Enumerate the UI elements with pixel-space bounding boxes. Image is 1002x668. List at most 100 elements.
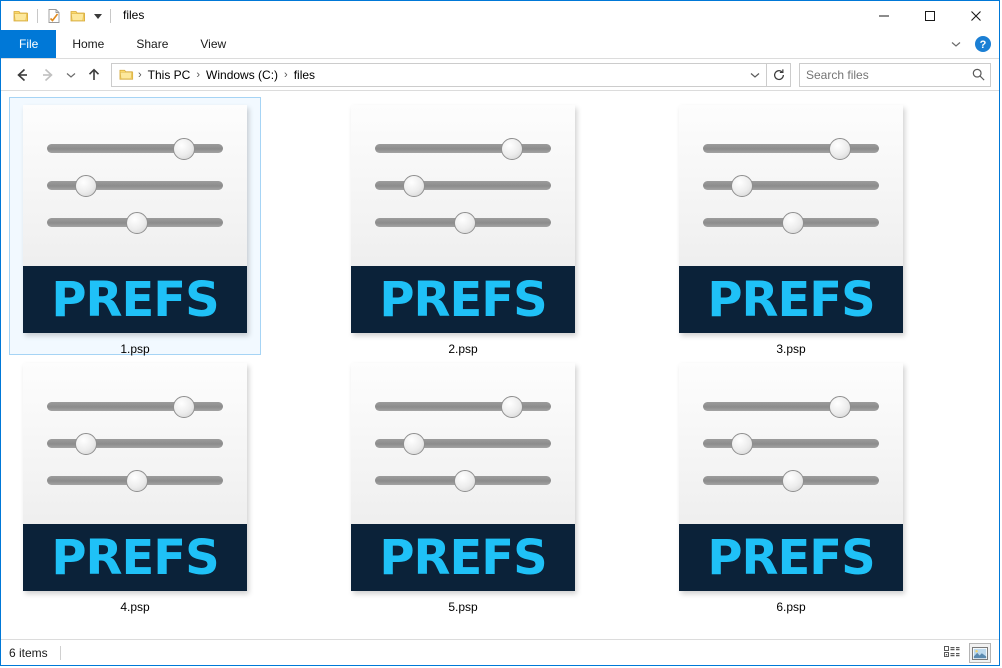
search-icon[interactable] — [966, 64, 990, 86]
slider-group-icon — [351, 105, 575, 266]
back-button[interactable] — [9, 63, 35, 87]
slider-row — [47, 432, 223, 455]
icon-banner: PREFS — [351, 524, 575, 591]
window-title: files — [123, 8, 145, 22]
properties-icon[interactable] — [42, 5, 66, 27]
minimize-button[interactable] — [861, 1, 907, 30]
quick-access-separator-2 — [110, 8, 111, 23]
slider-track — [375, 181, 551, 190]
breadcrumb-separator[interactable]: › — [194, 69, 202, 81]
slider-row — [47, 174, 223, 197]
large-icons-view-icon[interactable] — [969, 643, 991, 663]
slider-row — [375, 432, 551, 455]
file-list-area[interactable]: PREFS 1.psp PREFS 2.psp PREFS 3.psp PREF… — [1, 91, 999, 639]
breadcrumb-separator[interactable]: › — [282, 69, 290, 81]
chevron-down-icon[interactable] — [945, 33, 967, 55]
slider-knob — [125, 211, 148, 234]
slider-group-icon — [679, 105, 903, 266]
slider-knob — [781, 211, 804, 234]
search-input[interactable] — [800, 67, 966, 82]
slider-track — [375, 144, 551, 153]
help-icon[interactable]: ? — [973, 34, 993, 54]
quick-access-separator-1 — [37, 8, 38, 23]
icon-banner: PREFS — [23, 524, 247, 591]
slider-knob — [453, 211, 476, 234]
file-name-label: 2.psp — [448, 342, 478, 356]
file-name-label: 5.psp — [448, 600, 478, 614]
folder-icon — [116, 65, 136, 85]
title-bar: files — [1, 1, 999, 30]
prefs-icon-art: PREFS — [679, 363, 903, 591]
icon-banner-text: PREFS — [707, 271, 875, 328]
slider-row — [47, 137, 223, 160]
tab-share[interactable]: Share — [120, 30, 184, 58]
slider-knob — [501, 137, 524, 160]
tab-view[interactable]: View — [184, 30, 242, 58]
slider-track — [47, 144, 223, 153]
slider-row — [703, 211, 879, 234]
forward-button — [35, 63, 61, 87]
slider-knob — [829, 137, 852, 160]
breadcrumb-item-files[interactable]: files — [290, 68, 319, 82]
list-item[interactable]: PREFS 6.psp — [665, 355, 917, 614]
slider-knob — [730, 432, 753, 455]
slider-row — [375, 469, 551, 492]
slider-group-icon — [351, 363, 575, 524]
slider-row — [47, 395, 223, 418]
ribbon-right-controls: ? — [945, 30, 993, 58]
caption-buttons — [861, 1, 999, 30]
slider-track — [703, 439, 879, 448]
slider-group-icon — [23, 105, 247, 266]
slider-knob — [781, 469, 804, 492]
icon-banner: PREFS — [679, 266, 903, 333]
slider-knob — [402, 174, 425, 197]
breadcrumb-separator[interactable]: › — [136, 69, 144, 81]
slider-knob — [402, 432, 425, 455]
file-name-label: 3.psp — [776, 342, 806, 356]
customize-quick-access-toolbar-icon[interactable] — [90, 5, 106, 27]
refresh-button[interactable] — [767, 62, 791, 87]
slider-row — [375, 211, 551, 234]
slider-group-icon — [679, 363, 903, 524]
address-bar: › This PC › Windows (C:) › files — [1, 59, 999, 91]
search-box[interactable] — [799, 62, 991, 87]
slider-row — [47, 211, 223, 234]
maximize-button[interactable] — [907, 1, 953, 30]
list-item[interactable]: PREFS 4.psp — [9, 355, 261, 614]
slider-group-icon — [23, 363, 247, 524]
icon-banner-text: PREFS — [379, 529, 547, 586]
tab-file[interactable]: File — [1, 30, 57, 58]
status-bar: 6 items — [1, 639, 999, 665]
slider-row — [703, 469, 879, 492]
tab-home[interactable]: Home — [56, 30, 120, 58]
list-item[interactable]: PREFS 1.psp — [9, 97, 261, 356]
view-mode-buttons — [941, 640, 991, 666]
list-item[interactable]: PREFS 5.psp — [337, 355, 589, 614]
icon-banner-text: PREFS — [51, 529, 219, 586]
icon-banner-text: PREFS — [51, 271, 219, 328]
address-dropdown-icon[interactable] — [744, 64, 766, 86]
slider-knob — [453, 469, 476, 492]
new-folder-icon[interactable] — [66, 5, 90, 27]
breadcrumb-item-windows-c[interactable]: Windows (C:) — [202, 68, 282, 82]
breadcrumb[interactable]: › This PC › Windows (C:) › files — [111, 62, 767, 87]
slider-track — [47, 439, 223, 448]
recent-locations-icon[interactable] — [61, 63, 81, 87]
breadcrumb-item-this-pc[interactable]: This PC — [144, 68, 195, 82]
icon-banner: PREFS — [679, 524, 903, 591]
list-item[interactable]: PREFS 2.psp — [337, 97, 589, 356]
file-name-label: 6.psp — [776, 600, 806, 614]
close-button[interactable] — [953, 1, 999, 30]
folder-icon[interactable] — [9, 5, 33, 27]
slider-knob — [501, 395, 524, 418]
slider-row — [703, 395, 879, 418]
slider-track — [703, 181, 879, 190]
details-view-icon[interactable] — [941, 643, 963, 663]
list-item[interactable]: PREFS 3.psp — [665, 97, 917, 356]
file-grid: PREFS 1.psp PREFS 2.psp PREFS 3.psp PREF… — [9, 97, 999, 614]
status-separator — [59, 645, 61, 660]
slider-track — [47, 402, 223, 411]
up-button[interactable] — [81, 63, 107, 87]
ribbon-tabs: File Home Share View ? — [1, 30, 999, 59]
slider-knob — [173, 395, 196, 418]
